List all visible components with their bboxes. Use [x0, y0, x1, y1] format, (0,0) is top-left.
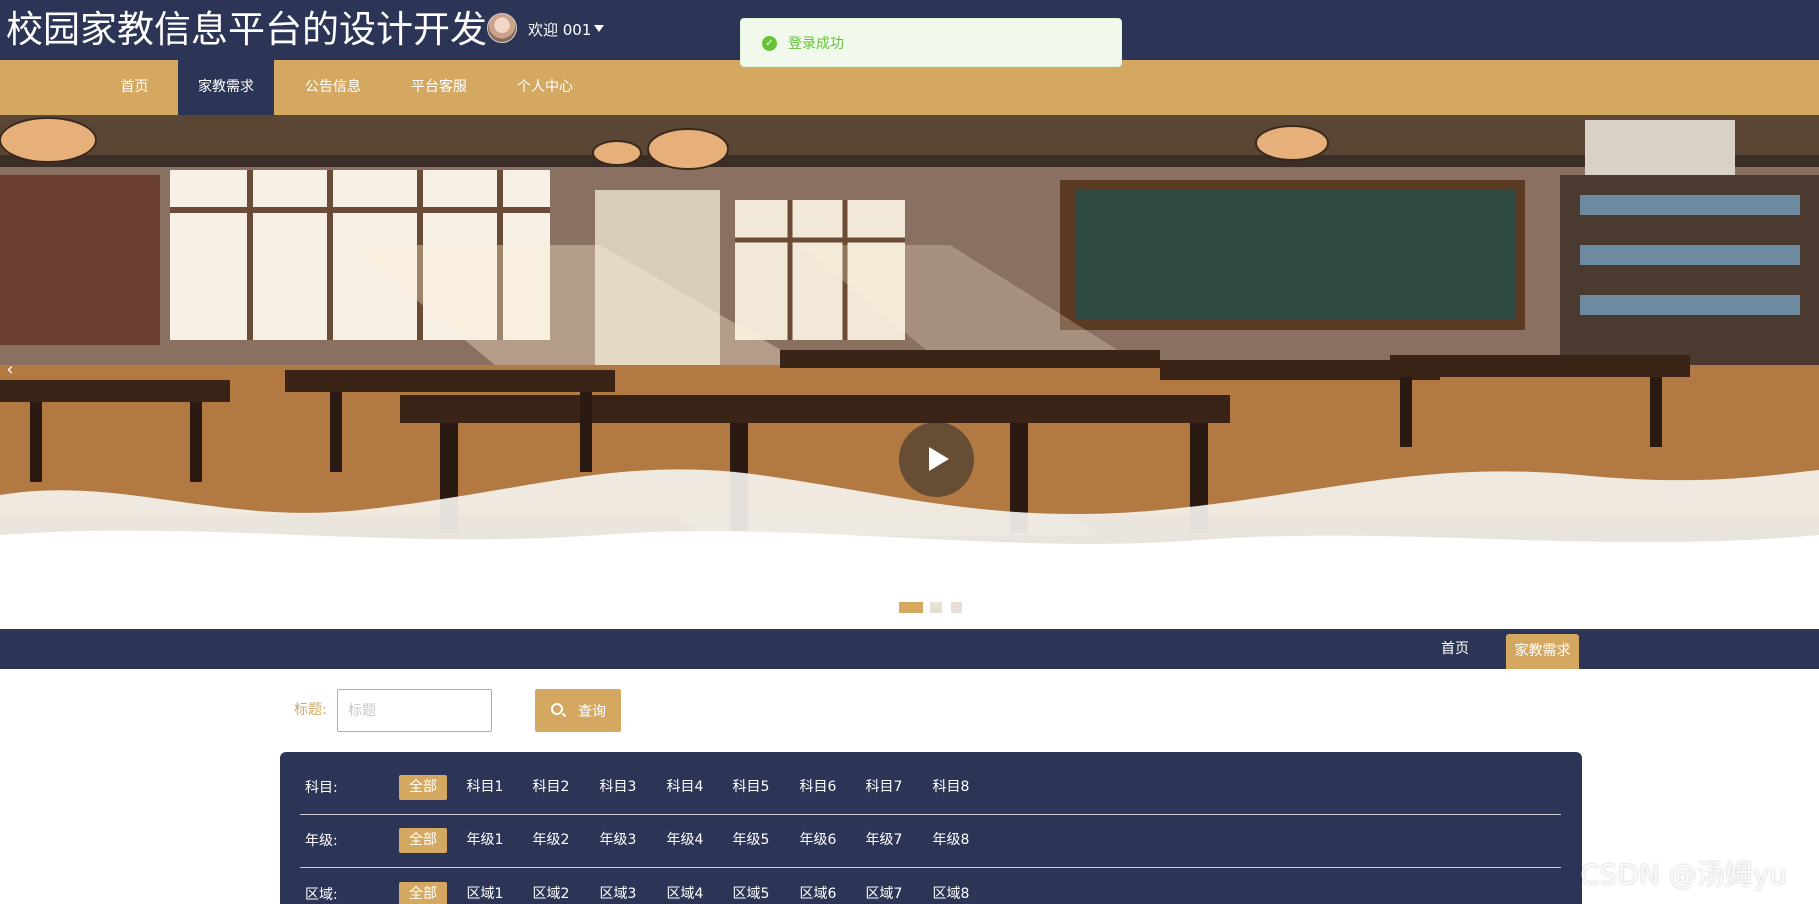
filter-subject-option[interactable]: 科目1 — [462, 775, 508, 800]
filter-label-subject: 科目: — [305, 780, 338, 796]
search-title-input[interactable] — [337, 689, 492, 732]
filter-area-option[interactable]: 区域7 — [861, 882, 907, 904]
site-title: 校园家教信息平台的设计开发 — [6, 8, 487, 51]
filter-divider — [300, 867, 1561, 868]
filter-grade-option[interactable]: 年级6 — [795, 828, 841, 853]
nav-item-tutoring-demand[interactable]: 家教需求 — [178, 60, 274, 115]
nav-item-home[interactable]: 首页 — [103, 60, 166, 115]
banner-carousel[interactable]: ‹ — [0, 115, 1819, 629]
filter-area-option[interactable]: 区域6 — [795, 882, 841, 904]
success-toast: ✓ 登录成功 — [740, 18, 1122, 67]
filter-subject-option[interactable]: 科目4 — [662, 775, 708, 800]
search-title-label: 标题: — [294, 702, 327, 718]
filter-subject-option[interactable]: 科目3 — [595, 775, 641, 800]
carousel-dot-2[interactable] — [930, 602, 942, 613]
filter-subject-option[interactable]: 科目7 — [861, 775, 907, 800]
filter-subject-option[interactable]: 科目8 — [928, 775, 974, 800]
carousel-dot-1[interactable] — [899, 602, 923, 613]
filter-area-all[interactable]: 全部 — [399, 882, 447, 904]
filter-area-option[interactable]: 区域1 — [462, 882, 508, 904]
filter-area-option[interactable]: 区域3 — [595, 882, 641, 904]
watermark: CSDN @汤姆yu — [1580, 858, 1788, 891]
filter-grade-option[interactable]: 年级7 — [861, 828, 907, 853]
toast-message: 登录成功 — [788, 36, 844, 52]
search-icon — [551, 703, 563, 715]
filter-grade-option[interactable]: 年级2 — [528, 828, 574, 853]
chevron-down-icon[interactable] — [594, 25, 604, 32]
filter-subject-all[interactable]: 全部 — [399, 775, 447, 800]
breadcrumb-current: 家教需求 — [1506, 634, 1579, 669]
filter-label-area: 区域: — [305, 887, 338, 903]
carousel-prev-icon[interactable]: ‹ — [2, 355, 18, 385]
play-icon[interactable] — [899, 422, 974, 497]
nav-item-personal-center[interactable]: 个人中心 — [505, 60, 585, 115]
filter-area-option[interactable]: 区域5 — [728, 882, 774, 904]
carousel-dot-3[interactable] — [951, 602, 962, 613]
filter-grade-option[interactable]: 年级8 — [928, 828, 974, 853]
filter-area-option[interactable]: 区域8 — [928, 882, 974, 904]
filter-area-option[interactable]: 区域2 — [528, 882, 574, 904]
filter-label-grade: 年级: — [305, 833, 338, 849]
nav-item-announcements[interactable]: 公告信息 — [293, 60, 373, 115]
filter-grade-all[interactable]: 全部 — [399, 828, 447, 853]
filter-divider — [300, 814, 1561, 815]
filter-subject-option[interactable]: 科目6 — [795, 775, 841, 800]
filter-subject-option[interactable]: 科目2 — [528, 775, 574, 800]
search-button[interactable]: 查询 — [535, 689, 621, 732]
breadcrumb-home[interactable]: 首页 — [1425, 629, 1485, 669]
classroom-illustration — [0, 115, 1819, 629]
filter-subject-option[interactable]: 科目5 — [728, 775, 774, 800]
filter-grade-option[interactable]: 年级4 — [662, 828, 708, 853]
welcome-text[interactable]: 欢迎 001 — [528, 19, 591, 40]
user-avatar[interactable] — [487, 13, 517, 43]
filter-grade-option[interactable]: 年级1 — [462, 828, 508, 853]
search-button-label: 查询 — [578, 704, 606, 720]
check-circle-icon: ✓ — [762, 36, 777, 51]
nav-item-customer-service[interactable]: 平台客服 — [399, 60, 479, 115]
filter-grade-option[interactable]: 年级3 — [595, 828, 641, 853]
filter-grade-option[interactable]: 年级5 — [728, 828, 774, 853]
filter-area-option[interactable]: 区域4 — [662, 882, 708, 904]
